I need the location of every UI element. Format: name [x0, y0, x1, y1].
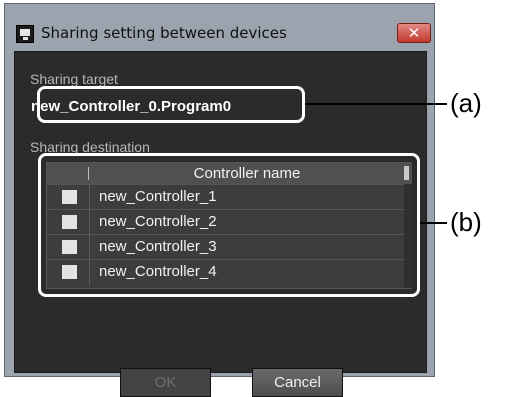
sharing-target-label: Sharing target: [30, 71, 118, 87]
leader-line-a: [305, 103, 447, 105]
app-monitor-icon: [16, 25, 34, 43]
title-bar[interactable]: Sharing setting between devices ✕: [5, 4, 434, 48]
leader-line-b: [420, 222, 447, 224]
close-button[interactable]: ✕: [397, 23, 431, 43]
ok-button[interactable]: OK: [120, 368, 211, 397]
cancel-button[interactable]: Cancel: [252, 368, 343, 397]
annotation-label-a: (a): [450, 88, 482, 118]
window-title: Sharing setting between devices: [41, 24, 287, 42]
annotation-label-b: (b): [450, 207, 482, 237]
callout-box-a: [37, 86, 305, 123]
callout-box-b: [38, 153, 420, 297]
